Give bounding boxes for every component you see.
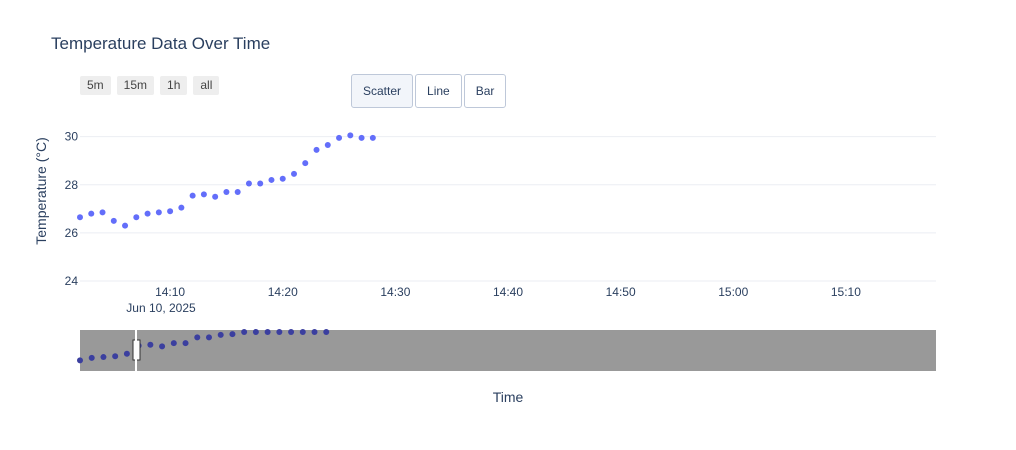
chart-type-buttons: Scatter Line Bar: [351, 74, 507, 108]
x-tick-date: Jun 10, 2025: [126, 301, 196, 315]
scatter-button[interactable]: Scatter: [351, 74, 414, 108]
x-axis-ticks: 14:10 14:20 14:30 14:40 14:50 15:00 15:10: [155, 285, 861, 299]
data-point[interactable]: [110, 217, 117, 224]
slider-point: [100, 354, 107, 361]
slider-point: [88, 354, 95, 361]
range-button-all[interactable]: all: [193, 76, 220, 95]
slider-point: [299, 329, 306, 335]
range-slider-markers: [77, 329, 330, 364]
data-point[interactable]: [155, 209, 162, 216]
slider-point: [159, 343, 166, 350]
slider-point: [217, 331, 224, 338]
slider-point: [194, 334, 201, 341]
data-point[interactable]: [167, 208, 174, 215]
bar-button[interactable]: Bar: [463, 74, 507, 108]
x-tick-label: 14:20: [268, 285, 298, 299]
data-point[interactable]: [279, 175, 286, 182]
data-point[interactable]: [99, 209, 106, 216]
data-point[interactable]: [234, 188, 241, 195]
range-button-5m[interactable]: 5m: [80, 76, 111, 95]
slider-point: [182, 340, 189, 347]
data-point[interactable]: [358, 134, 365, 141]
slider-point: [147, 341, 154, 348]
data-point[interactable]: [245, 180, 252, 187]
range-button-1h[interactable]: 1h: [160, 76, 188, 95]
data-point[interactable]: [200, 191, 207, 198]
y-tick-label: 24: [65, 274, 79, 288]
data-point[interactable]: [291, 170, 297, 177]
slider-point: [311, 329, 318, 335]
slider-point: [123, 350, 130, 357]
y-tick-label: 26: [65, 226, 79, 240]
data-point[interactable]: [88, 210, 95, 217]
slider-point: [264, 329, 271, 335]
slider-point: [229, 331, 236, 338]
slider-point: [276, 329, 283, 335]
slider-point: [205, 334, 212, 341]
slider-point: [112, 353, 119, 360]
slider-point: [288, 329, 295, 335]
x-tick-label: 15:10: [831, 285, 861, 299]
data-point[interactable]: [122, 222, 129, 229]
x-tick-label: 14:30: [380, 285, 410, 299]
range-slider-background[interactable]: [80, 330, 936, 371]
slider-point: [252, 329, 259, 335]
data-point[interactable]: [336, 134, 343, 141]
data-point[interactable]: [133, 214, 140, 221]
x-axis-label: Time: [493, 389, 524, 405]
range-slider-handle[interactable]: [132, 339, 141, 361]
slider-point: [170, 340, 177, 347]
y-tick-label: 28: [65, 178, 79, 192]
data-point[interactable]: [178, 204, 185, 211]
data-points: [77, 132, 376, 229]
data-point[interactable]: [268, 176, 275, 183]
data-point[interactable]: [313, 146, 320, 153]
chart-title: Temperature Data Over Time: [51, 34, 271, 53]
data-point[interactable]: [302, 160, 309, 167]
x-tick-label: 14:40: [493, 285, 523, 299]
y-tick-label: 30: [65, 130, 79, 144]
x-tick-label: 14:50: [606, 285, 636, 299]
range-slider: [77, 329, 936, 371]
data-point[interactable]: [144, 210, 151, 217]
slider-point: [323, 329, 330, 335]
x-tick-label: 14:10: [155, 285, 185, 299]
y-axis-label: Temperature (°C): [33, 137, 49, 245]
scatter-chart: 24262830 14:10 14:20 14:30 14:40 14:50 15:00 1…: [33, 130, 936, 405]
y-axis-ticks: 24 26 28 30: [65, 130, 79, 288]
x-tick-label: 15:00: [718, 285, 748, 299]
data-point[interactable]: [212, 193, 219, 200]
data-point[interactable]: [369, 134, 376, 141]
data-point[interactable]: [223, 188, 230, 195]
data-point[interactable]: [189, 192, 196, 199]
data-point[interactable]: [347, 132, 354, 139]
slider-point: [241, 329, 248, 335]
range-selector: 5m 15m 1h all: [80, 76, 220, 95]
line-button[interactable]: Line: [415, 74, 462, 108]
grid-lines: [80, 136, 936, 282]
data-point[interactable]: [324, 142, 331, 149]
slider-point: [135, 342, 142, 349]
data-point[interactable]: [77, 214, 83, 221]
data-point[interactable]: [257, 180, 264, 187]
range-button-15m[interactable]: 15m: [116, 76, 155, 95]
slider-point: [77, 357, 83, 364]
